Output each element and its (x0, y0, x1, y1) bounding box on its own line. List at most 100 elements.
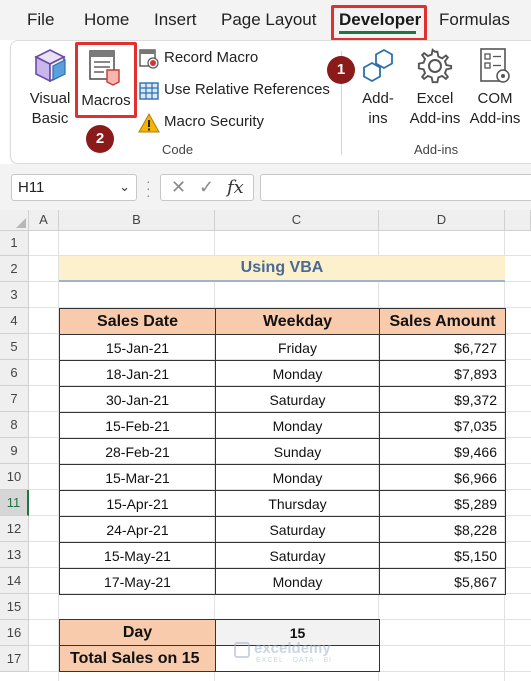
row-header-15[interactable]: 15 (0, 594, 29, 620)
sales-date-cell[interactable]: 15-Jan-21 (59, 334, 216, 361)
com-add-ins-label-1: COM (477, 90, 513, 107)
add-ins-label-2: ins (368, 110, 388, 127)
row-header-4[interactable]: 4 (0, 308, 29, 334)
sales-amount-cell[interactable]: $5,289 (379, 490, 506, 517)
formula-input[interactable] (260, 174, 531, 201)
sheet-title[interactable]: Using VBA (59, 256, 505, 282)
row-header-12[interactable]: 12 (0, 516, 29, 542)
row-header-8[interactable]: 8 (0, 412, 29, 438)
weekday-cell[interactable]: Monday (215, 464, 380, 491)
weekday-cell[interactable]: Sunday (215, 438, 380, 465)
macro-security-button[interactable]: Macro Security (138, 112, 278, 134)
table-row: 15-Mar-21 Monday $6,966 (59, 464, 506, 491)
total-sales-label-cell[interactable]: Total Sales on 15 (59, 645, 216, 672)
com-add-ins-label-2: Add-ins (469, 110, 521, 127)
tab-page-layout[interactable]: Page Layout (221, 10, 316, 30)
sales-date-cell[interactable]: 24-Apr-21 (59, 516, 216, 543)
header-sales-date[interactable]: Sales Date (59, 308, 216, 335)
sales-date-cell[interactable]: 15-Mar-21 (59, 464, 216, 491)
cancel-icon[interactable]: ✕ (171, 177, 186, 198)
enter-icon[interactable]: ✓ (199, 177, 214, 198)
name-box[interactable]: H11 ⌄ (11, 174, 137, 201)
day-label-cell[interactable]: Day (59, 619, 216, 646)
total-sales-value-cell[interactable] (215, 645, 380, 672)
row-header-7[interactable]: 7 (0, 386, 29, 412)
formula-bar-grip-icon[interactable]: · · · (146, 174, 151, 202)
record-macro-button[interactable]: Record Macro (138, 48, 278, 70)
summary-table: Day 15 Total Sales on 15 (59, 619, 380, 672)
sales-date-cell[interactable]: 18-Jan-21 (59, 360, 216, 387)
sales-date-cell[interactable]: 17-May-21 (59, 568, 216, 595)
row-header-13[interactable]: 13 (0, 542, 29, 568)
column-header-a[interactable]: A (29, 210, 59, 231)
row-header-1[interactable]: 1 (0, 231, 29, 256)
sales-date-cell[interactable]: 15-May-21 (59, 542, 216, 569)
weekday-cell[interactable]: Saturday (215, 542, 380, 569)
row-header-14[interactable]: 14 (0, 568, 29, 594)
relative-references-label: Use Relative References (164, 81, 330, 98)
weekday-cell[interactable]: Saturday (215, 516, 380, 543)
tab-insert[interactable]: Insert (154, 10, 197, 30)
weekday-cell[interactable]: Monday (215, 412, 380, 439)
weekday-cell[interactable]: Monday (215, 360, 380, 387)
weekday-cell[interactable]: Monday (215, 568, 380, 595)
add-ins-button[interactable]: Add- ins (355, 47, 401, 131)
use-relative-references-button[interactable]: Use Relative References (138, 80, 330, 102)
add-ins-group-label: Add-ins (414, 142, 459, 157)
sales-amount-cell[interactable]: $7,893 (379, 360, 506, 387)
macros-button[interactable]: Macros (78, 45, 134, 115)
sales-table: Sales Date Weekday Sales Amount 15-Jan-2… (59, 308, 506, 595)
com-add-ins-icon (480, 48, 510, 83)
tab-formulas[interactable]: Formulas (439, 10, 510, 30)
row-header-17[interactable]: 17 (0, 646, 29, 672)
visual-basic-button[interactable]: Visual Basic (24, 47, 76, 133)
sales-amount-cell[interactable]: $7,035 (379, 412, 506, 439)
weekday-cell[interactable]: Saturday (215, 386, 380, 413)
column-header-c[interactable]: C (215, 210, 379, 231)
sales-amount-cell[interactable]: $5,150 (379, 542, 506, 569)
visual-basic-label-2: Basic (31, 110, 69, 127)
table-header-row: Sales Date Weekday Sales Amount (59, 308, 506, 335)
com-add-ins-button[interactable]: COM Add-ins (465, 47, 525, 131)
row-header-16[interactable]: 16 (0, 620, 29, 646)
header-weekday[interactable]: Weekday (215, 308, 380, 335)
sales-date-cell[interactable]: 28-Feb-21 (59, 438, 216, 465)
sales-date-cell[interactable]: 15-Apr-21 (59, 490, 216, 517)
row-header-5[interactable]: 5 (0, 334, 29, 360)
column-header-d[interactable]: D (379, 210, 505, 231)
excel-window: File Home Insert Page Layout Developer F… (0, 0, 531, 681)
sales-amount-cell[interactable]: $6,727 (379, 334, 506, 361)
sales-amount-cell[interactable]: $5,867 (379, 568, 506, 595)
row-header-10[interactable]: 10 (0, 464, 29, 490)
day-value-cell[interactable]: 15 (215, 619, 380, 646)
sales-amount-cell[interactable]: $6,966 (379, 464, 506, 491)
sales-date-cell[interactable]: 15-Feb-21 (59, 412, 216, 439)
table-row: 30-Jan-21 Saturday $9,372 (59, 386, 506, 413)
sales-amount-cell[interactable]: $8,228 (379, 516, 506, 543)
column-header-e[interactable] (505, 210, 531, 231)
row-header-9[interactable]: 9 (0, 438, 29, 464)
chevron-down-icon[interactable]: ⌄ (119, 179, 130, 195)
weekday-cell[interactable]: Friday (215, 334, 380, 361)
column-header-b[interactable]: B (59, 210, 215, 231)
header-sales-amount[interactable]: Sales Amount (379, 308, 506, 335)
row-header-3[interactable]: 3 (0, 282, 29, 308)
table-row: 15-May-21 Saturday $5,150 (59, 542, 506, 569)
tab-home[interactable]: Home (84, 10, 129, 30)
visual-basic-label-1: Visual (29, 90, 71, 107)
insert-function-icon[interactable]: fx (227, 177, 244, 198)
weekday-cell[interactable]: Thursday (215, 490, 380, 517)
table-row: 15-Feb-21 Monday $7,035 (59, 412, 506, 439)
tab-developer[interactable]: Developer (339, 10, 421, 30)
select-all-button[interactable] (0, 210, 29, 231)
row-header-2[interactable]: 2 (0, 256, 29, 282)
excel-add-ins-button[interactable]: Excel Add-ins (405, 47, 465, 131)
row-header-6[interactable]: 6 (0, 360, 29, 386)
table-row: 15-Apr-21 Thursday $5,289 (59, 490, 506, 517)
tab-file[interactable]: File (27, 10, 54, 30)
row-header-11[interactable]: 11 (0, 490, 29, 516)
sales-date-cell[interactable]: 30-Jan-21 (59, 386, 216, 413)
table-row: 28-Feb-21 Sunday $9,466 (59, 438, 506, 465)
sales-amount-cell[interactable]: $9,372 (379, 386, 506, 413)
sales-amount-cell[interactable]: $9,466 (379, 438, 506, 465)
